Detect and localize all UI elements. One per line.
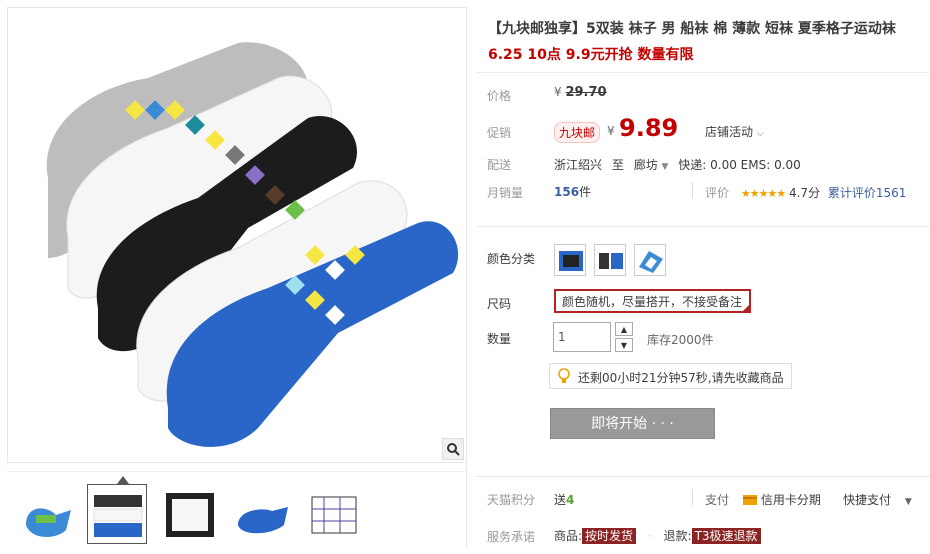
selected-corner-icon <box>743 305 749 311</box>
credit-card-icon <box>743 495 757 505</box>
rating-label: 评价 <box>705 186 730 200</box>
size-option-text: 颜色随机，尽量搭开，不接受备注 <box>562 295 743 309</box>
promo-price: 9.89 <box>619 114 679 142</box>
ship-from: 浙江绍兴 <box>554 158 603 172</box>
product-detail: 【九块邮独享】5双装 袜子 男 船袜 棉 薄款 短袜 夏季格子运动袜 6.25 … <box>477 0 930 554</box>
product-page: 【九块邮独享】5双装 袜子 男 船袜 棉 薄款 短袜 夏季格子运动袜 6.25 … <box>0 0 930 554</box>
refund-word: 退款: <box>663 529 692 543</box>
countdown-text: 还剩00小时21分钟57秒,请先收藏商品 <box>578 371 784 385</box>
coming-soon-button[interactable]: 即将开始 · · · <box>550 408 715 439</box>
thumbnail-image <box>311 496 357 534</box>
size-option[interactable]: 颜色随机，尽量搭开，不接受备注 <box>554 289 751 313</box>
points-label: 天猫积分 <box>487 493 536 507</box>
divider <box>692 489 693 505</box>
quantity-increase-button[interactable]: ▲ <box>615 322 633 336</box>
quick-pay[interactable]: 快捷支付 ▼ <box>843 491 912 508</box>
color-swatch-image <box>559 251 583 271</box>
quantity-label: 数量 <box>487 332 512 346</box>
points-give-word: 送 <box>554 493 567 507</box>
ship-destination-select[interactable]: 廊坊 ▼ <box>634 158 673 172</box>
size-label: 尺码 <box>487 297 512 311</box>
price-label: 价格 <box>487 89 512 103</box>
stock-info: 库存2000件 <box>647 333 714 347</box>
monthly-sales: 156件 <box>554 183 591 200</box>
ship-to-word: 至 <box>611 158 624 172</box>
rating-score: 4.7分 <box>788 186 821 200</box>
caret-down-icon: ▼ <box>661 162 669 172</box>
star-rating-icon: ★★★★★ <box>740 187 786 200</box>
thumbnail-image <box>166 493 214 537</box>
color-option-2[interactable] <box>594 244 626 276</box>
color-option-3[interactable] <box>634 244 666 276</box>
shipping-info: 浙江绍兴 至 廊坊 ▼ 快递: 0.00 EMS: 0.00 <box>554 156 801 173</box>
product-subtitle: 6.25 10点 9.9元开抢 数量有限 <box>488 47 694 63</box>
color-swatch-image <box>639 251 663 273</box>
thumbnail-5[interactable] <box>303 484 363 544</box>
thumbnail-4[interactable] <box>231 484 291 544</box>
store-activity-dropdown[interactable]: 店铺活动 ⌵ <box>705 123 764 140</box>
on-time-delivery-badge[interactable]: 按时发货 <box>582 528 637 544</box>
points-value: 4 <box>566 493 575 507</box>
credit-installment[interactable]: 信用卡分期 <box>743 491 821 508</box>
ship-destination: 廊坊 <box>633 158 658 172</box>
rating[interactable]: 评价 ★★★★★ 4.7分 累计评价1561 <box>705 184 906 201</box>
lightbulb-icon <box>558 368 570 383</box>
monthly-sales-count: 156 <box>554 185 580 199</box>
divider <box>477 72 930 73</box>
thumbnail-3[interactable] <box>159 484 219 544</box>
original-price: ¥ 29.70 <box>554 85 607 100</box>
quick-pay-label: 快捷支付 <box>843 493 892 507</box>
monthly-sales-unit: 件 <box>579 185 592 199</box>
quantity-input[interactable] <box>553 322 611 352</box>
service-label: 服务承诺 <box>487 530 536 544</box>
service-commitments: 商品: 按时发货 · 退款: T3极速退款 <box>554 527 761 544</box>
color-swatch-image <box>599 253 623 269</box>
divider <box>692 182 693 198</box>
dot-separator: · <box>647 529 652 543</box>
color-option-1[interactable] <box>554 244 586 276</box>
points-info: 送4 <box>554 491 574 508</box>
main-product-image[interactable] <box>7 7 467 463</box>
thumbnail-image <box>26 508 71 537</box>
promo-tag: 九块邮 <box>554 122 601 143</box>
promo-label: 促销 <box>487 126 512 140</box>
store-activity-label: 店铺活动 <box>705 125 754 139</box>
quantity-decrease-button[interactable]: ▼ <box>615 338 633 352</box>
magnifier-icon <box>447 443 460 456</box>
socks-illustration <box>46 42 459 447</box>
currency-symbol: ¥ <box>554 85 562 99</box>
countdown-notice: 还剩00小时21分钟57秒,请先收藏商品 <box>549 363 792 389</box>
cumulative-reviews-link[interactable]: 累计评价1561 <box>828 186 907 200</box>
divider <box>477 226 930 227</box>
color-label: 颜色分类 <box>487 252 536 266</box>
chevron-down-icon: ⌵ <box>756 129 764 139</box>
thumbnail-1[interactable] <box>15 484 75 544</box>
thumbnail-image <box>93 495 143 537</box>
original-price-value: 29.70 <box>565 85 607 100</box>
divider <box>477 476 930 477</box>
promo-currency-symbol: ¥ <box>607 124 615 138</box>
chevron-up-icon: ▲ <box>620 324 628 334</box>
monthly-sales-label: 月销量 <box>487 186 524 200</box>
thumbnail-2[interactable] <box>87 484 147 544</box>
thumbnail-strip <box>7 471 467 547</box>
fast-refund-badge[interactable]: T3极速退款 <box>691 528 761 544</box>
payment-label: 支付 <box>705 493 730 507</box>
chevron-down-icon: ▼ <box>620 340 628 350</box>
caret-down-icon: ▼ <box>904 497 912 507</box>
shipping-fees: 快递: 0.00 EMS: 0.00 <box>678 158 801 172</box>
shipping-label: 配送 <box>487 158 512 172</box>
image-gallery <box>7 7 467 547</box>
thumbnail-image <box>238 507 288 534</box>
product-title: 【九块邮独享】5双装 袜子 男 船袜 棉 薄款 短袜 夏季格子运动袜 <box>488 21 896 37</box>
goods-word: 商品: <box>554 529 583 543</box>
active-thumbnail-pointer <box>117 476 129 484</box>
zoom-button[interactable] <box>442 438 464 460</box>
credit-installment-label: 信用卡分期 <box>760 493 821 507</box>
